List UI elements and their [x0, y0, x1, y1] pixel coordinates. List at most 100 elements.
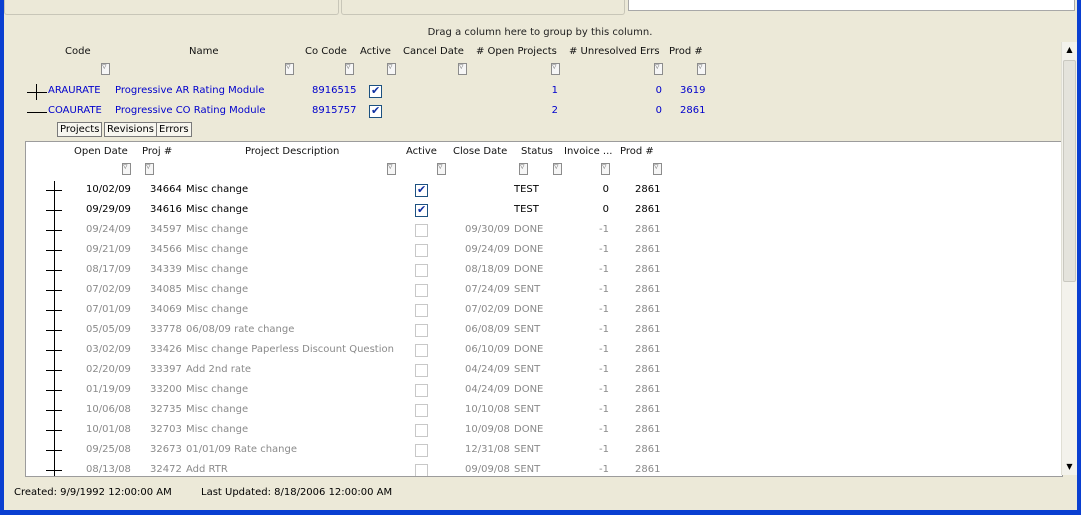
filter-icon[interactable] [553, 162, 562, 175]
expand-icon[interactable] [46, 201, 62, 221]
table-row[interactable]: 07/02/09 34085 Misc change 07/24/09 SENT -1 28… [26, 281, 1062, 301]
tab-errors[interactable]: Errors [156, 122, 192, 137]
active-checkbox[interactable] [415, 404, 428, 417]
active-checkbox[interactable] [415, 324, 428, 337]
table-row[interactable]: 03/02/09 33426 Misc change Paperless Disco… [26, 341, 1062, 361]
table-row[interactable]: 01/19/09 33200 Misc change 04/24/09 DONE -1 28… [26, 381, 1062, 401]
active-checkbox[interactable] [415, 364, 428, 377]
filter-icon[interactable] [653, 162, 662, 175]
expand-icon[interactable] [46, 301, 62, 321]
filter-icon[interactable] [387, 162, 396, 175]
column-header-close-date[interactable]: Close Date [453, 146, 507, 157]
expand-icon[interactable] [46, 401, 62, 421]
expand-icon[interactable] [46, 181, 62, 201]
prod-number: 2861 [635, 244, 661, 255]
open-date: 10/02/09 [86, 184, 131, 195]
column-header-status[interactable]: Status [521, 146, 553, 157]
parent-co-code: 8916515 [312, 85, 357, 96]
expand-icon[interactable] [46, 461, 62, 476]
table-row[interactable]: 09/24/09 34597 Misc change 09/30/09 DONE -1 28… [26, 221, 1062, 241]
group-by-area[interactable]: Drag a column here to group by this colu… [0, 27, 1080, 38]
table-row[interactable]: 09/21/09 34566 Misc change 09/24/09 DONE -1 28… [26, 241, 1062, 261]
open-date: 09/24/09 [86, 224, 131, 235]
table-row[interactable]: 10/02/09 34664 Misc change TEST 0 2861 [26, 181, 1062, 201]
expand-icon[interactable] [46, 441, 62, 461]
parent-code[interactable]: COAURATE [48, 105, 102, 116]
column-header-prod[interactable]: Prod # [669, 46, 703, 57]
expand-icon[interactable] [46, 281, 62, 301]
project-description: Add RTR [186, 464, 228, 475]
table-row[interactable]: 09/25/08 32673 01/01/09 Rate change 12/31/0… [26, 441, 1062, 461]
down-arrow-icon[interactable]: ▼ [1062, 459, 1077, 475]
filter-icon[interactable] [101, 62, 110, 75]
parent-code[interactable]: ARAURATE [48, 85, 101, 96]
expand-icon[interactable] [46, 361, 62, 381]
active-checkbox[interactable] [415, 344, 428, 357]
expand-icon[interactable] [46, 421, 62, 441]
project-description: Misc change [186, 184, 249, 195]
column-header-proj[interactable]: Proj # [142, 146, 172, 157]
active-checkbox[interactable] [369, 84, 382, 98]
filter-icon[interactable] [285, 62, 294, 75]
collapse-icon[interactable] [27, 103, 47, 121]
expand-icon[interactable] [27, 83, 47, 101]
filter-icon[interactable] [345, 62, 354, 75]
parent-row[interactable]: ARAURATE Progressive AR Rating Module 8916… [0, 83, 1052, 101]
active-checkbox[interactable] [369, 104, 382, 118]
expand-icon[interactable] [46, 321, 62, 341]
active-checkbox[interactable] [415, 264, 428, 277]
column-header-open-date[interactable]: Open Date [74, 146, 128, 157]
column-header-open-projects[interactable]: # Open Projects [476, 46, 557, 57]
parent-row[interactable]: COAURATE Progressive CO Rating Module 8915… [0, 103, 1052, 121]
active-checkbox[interactable] [415, 304, 428, 317]
table-row[interactable]: 10/01/08 32703 Misc change 10/09/08 DONE -1 28… [26, 421, 1062, 441]
filter-icon[interactable] [122, 162, 131, 175]
expand-icon[interactable] [46, 341, 62, 361]
column-header-description[interactable]: Project Description [245, 146, 339, 157]
column-header-active[interactable]: Active [406, 146, 437, 157]
expand-icon[interactable] [46, 381, 62, 401]
tab-projects[interactable]: Projects [57, 122, 103, 137]
filter-icon[interactable] [601, 162, 610, 175]
table-row[interactable]: 07/01/09 34069 Misc change 07/02/09 DONE -1 28… [26, 301, 1062, 321]
column-header-co-code[interactable]: Co Code [305, 46, 347, 57]
active-checkbox[interactable] [415, 444, 428, 457]
filter-icon[interactable] [551, 62, 560, 75]
expand-icon[interactable] [46, 221, 62, 241]
table-row[interactable]: 09/29/09 34616 Misc change TEST 0 2861 [26, 201, 1062, 221]
active-checkbox[interactable] [415, 183, 428, 197]
active-checkbox[interactable] [415, 384, 428, 397]
active-checkbox[interactable] [415, 284, 428, 297]
tab-revisions[interactable]: Revisions [104, 122, 158, 137]
active-checkbox[interactable] [415, 224, 428, 237]
filter-icon[interactable] [387, 62, 396, 75]
filter-icon[interactable] [654, 62, 663, 75]
active-checkbox[interactable] [415, 244, 428, 257]
column-header-unresolved-errs[interactable]: # Unresolved Errs [569, 46, 660, 57]
filter-icon[interactable] [458, 62, 467, 75]
column-header-name[interactable]: Name [189, 46, 219, 57]
table-row[interactable]: 05/05/09 33778 06/08/09 rate change 06/08/0… [26, 321, 1062, 341]
table-row[interactable]: 02/20/09 33397 Add 2nd rate 04/24/09 SENT -1 2… [26, 361, 1062, 381]
filter-icon[interactable] [145, 162, 154, 175]
filter-icon[interactable] [437, 162, 446, 175]
filter-icon[interactable] [519, 162, 528, 175]
scrollbar-thumb[interactable] [1063, 60, 1076, 282]
vertical-scrollbar[interactable]: ▲ ▼ [1061, 42, 1077, 475]
column-header-active[interactable]: Active [360, 46, 391, 57]
expand-icon[interactable] [46, 241, 62, 261]
table-row[interactable]: 10/06/08 32735 Misc change 10/10/08 SENT -1 28… [26, 401, 1062, 421]
filter-icon[interactable] [697, 62, 706, 75]
column-header-code[interactable]: Code [65, 46, 91, 57]
column-header-cancel-date[interactable]: Cancel Date [403, 46, 464, 57]
up-arrow-icon[interactable]: ▲ [1062, 42, 1077, 58]
active-checkbox[interactable] [415, 464, 428, 476]
expand-icon[interactable] [46, 261, 62, 281]
active-checkbox[interactable] [415, 203, 428, 217]
active-checkbox[interactable] [415, 424, 428, 437]
top-panel-left [4, 0, 339, 15]
table-row[interactable]: 08/13/08 32472 Add RTR 09/09/08 SENT -1 2861 [26, 461, 1062, 476]
column-header-invoice[interactable]: Invoice ... [564, 146, 612, 157]
column-header-prod[interactable]: Prod # [620, 146, 654, 157]
table-row[interactable]: 08/17/09 34339 Misc change 08/18/09 DONE -1 28… [26, 261, 1062, 281]
